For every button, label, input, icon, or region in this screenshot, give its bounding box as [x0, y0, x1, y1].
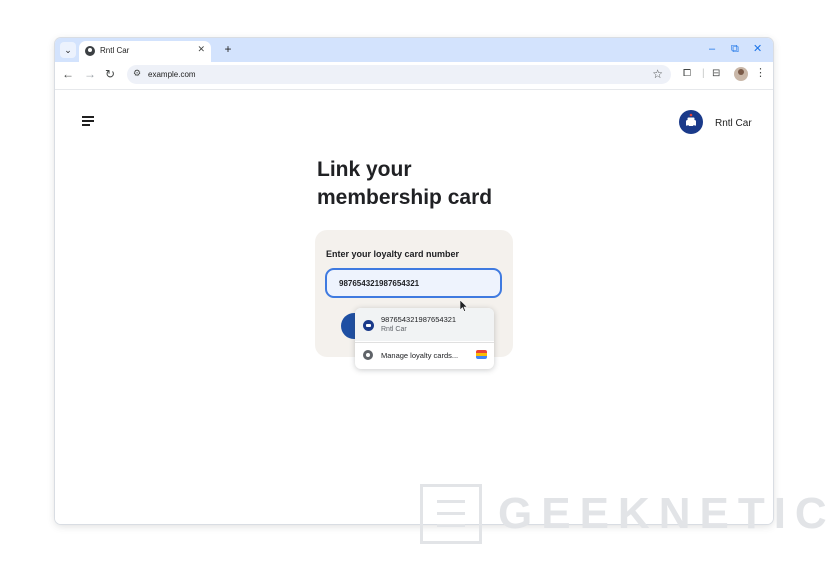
watermark-logo [420, 484, 482, 544]
back-arrow-icon[interactable]: ← [62, 67, 74, 81]
manage-loyalty-cards-link[interactable]: Manage loyalty cards... [381, 351, 458, 360]
watermark-text: GEEKNETIC [498, 489, 829, 538]
wallet-icon [476, 350, 487, 359]
car-brand-icon [363, 320, 374, 331]
tab-close-icon[interactable]: ✕ [197, 44, 205, 55]
address-bar[interactable]: ⚙ example.com ☆ [127, 65, 671, 84]
loyalty-card-input[interactable] [325, 268, 502, 298]
browser-window: ⌄ Rntl Car ✕ + – ⧉ ✕ ← → ↻ ⚙ example.com… [55, 38, 773, 524]
page-content: Rntl Car Link your membership card Enter… [55, 90, 773, 524]
side-panel-icon[interactable]: ⊟ [712, 68, 720, 80]
url-text[interactable]: example.com [148, 70, 196, 79]
bookmark-star-icon[interactable]: ☆ [652, 67, 663, 81]
restore-icon[interactable]: ⧉ [731, 43, 739, 55]
autofill-dropdown: 987654321987654321 Rntl Car Manage loyal… [355, 308, 494, 369]
tab-search-chevron-icon[interactable]: ⌄ [60, 42, 76, 58]
page-title-line-1: Link your [317, 158, 412, 181]
minimize-icon[interactable]: – [709, 43, 715, 55]
tab-favicon-icon [85, 46, 95, 56]
active-tab[interactable]: Rntl Car ✕ [79, 41, 211, 62]
hamburger-menu-icon[interactable] [82, 116, 94, 128]
chrome-icon [363, 350, 373, 360]
window-close-icon[interactable]: ✕ [753, 43, 762, 55]
brand-name: Rntl Car [715, 118, 752, 129]
forward-arrow-icon[interactable]: → [84, 67, 96, 81]
toolbar-separator: | [702, 68, 705, 79]
new-tab-button[interactable]: + [221, 42, 235, 56]
loyalty-card-label: Enter your loyalty card number [326, 249, 460, 259]
suggestion-source: Rntl Car [381, 326, 407, 333]
page-title-line-2: membership card [317, 186, 493, 209]
car-icon [686, 113, 696, 128]
autofill-suggestion[interactable]: 987654321987654321 Rntl Car [355, 308, 494, 341]
site-info-icon[interactable]: ⚙ [133, 68, 141, 79]
page-title: Link your membership card [317, 156, 492, 212]
dropdown-divider [355, 342, 494, 343]
tab-title: Rntl Car [100, 46, 130, 55]
tab-strip: ⌄ Rntl Car ✕ + – ⧉ ✕ [55, 38, 773, 62]
brand-logo [679, 110, 703, 134]
more-menu-icon[interactable]: ⋮ [755, 67, 766, 79]
reload-icon[interactable]: ↻ [105, 67, 115, 81]
browser-toolbar: ← → ↻ ⚙ example.com ☆ ⧠ | ⊟ ⋮ [55, 62, 773, 90]
mouse-cursor-icon [460, 300, 468, 312]
suggestion-number: 987654321987654321 [381, 315, 457, 324]
extensions-icon[interactable]: ⧠ [683, 68, 691, 80]
profile-avatar[interactable] [734, 67, 748, 81]
